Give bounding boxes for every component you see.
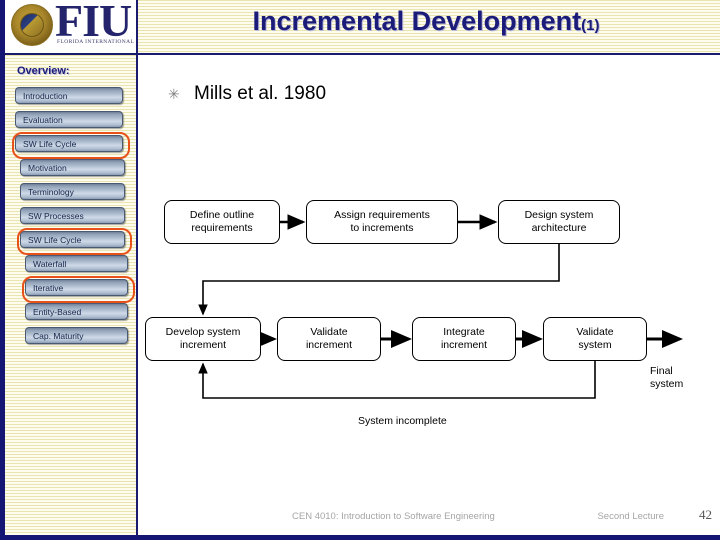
- diagram-box-design-system-architecture: Design system architecture: [498, 200, 620, 244]
- university-seal-icon: [11, 4, 53, 46]
- label-system-incomplete: System incomplete: [358, 415, 447, 427]
- footer-page-number: 42: [699, 507, 712, 522]
- label-final-system: Final system: [650, 365, 684, 390]
- page-title-text: Incremental Development: [252, 6, 582, 36]
- sidebar-item-wrapper: Iterative: [5, 276, 136, 303]
- sidebar-item-wrapper: SW Life Cycle: [5, 228, 136, 255]
- logo-subtitle: FLORIDA INTERNATIONAL UNIVERSITY: [57, 39, 136, 45]
- diagram-box-label: Define outline requirements: [189, 209, 255, 234]
- diagram-box-integrate-increment: Integrate increment: [412, 317, 516, 361]
- diagram-box-validate-increment: Validate increment: [277, 317, 381, 361]
- sidebar-item-wrapper: Introduction: [5, 84, 136, 108]
- sidebar-nav-list: Introduction Evaluation SW Life Cycle Motiv…: [5, 84, 136, 348]
- footer-course-label: CEN 4010: Introduction to Software Engin…: [292, 511, 495, 522]
- page-title: Incremental Development(1): [138, 6, 714, 37]
- sidebar-item-wrapper: Waterfall: [5, 252, 136, 276]
- slide: FIU FLORIDA INTERNATIONAL UNIVERSITY Inc…: [0, 0, 720, 540]
- slide-header: FIU FLORIDA INTERNATIONAL UNIVERSITY Inc…: [5, 0, 720, 55]
- sidebar-item-sw-life-cycle[interactable]: SW Life Cycle: [20, 231, 125, 248]
- footer-lecture-label: Second Lecture: [597, 511, 664, 522]
- sidebar-item-label: SW Life Cycle: [23, 138, 77, 149]
- sidebar-item-wrapper: SW Life Cycle: [5, 132, 136, 159]
- sidebar-item-introduction[interactable]: Introduction: [15, 87, 123, 104]
- title-band: Incremental Development(1): [138, 0, 720, 53]
- diagram-box-label: Design system architecture: [524, 209, 594, 234]
- sidebar-item-label: Waterfall: [33, 258, 67, 269]
- sidebar-item-evaluation[interactable]: Evaluation: [15, 111, 123, 128]
- sidebar-item-label: Motivation: [28, 162, 67, 173]
- diagram-box-label: Assign requirements to increments: [334, 209, 430, 234]
- sidebar-item-sw-processes[interactable]: SW Processes: [20, 207, 125, 224]
- diagram-connectors: [198, 214, 683, 399]
- diagram-box-validate-system: Validate system: [543, 317, 647, 361]
- diagram-box-label: Validate system: [576, 326, 614, 351]
- sidebar-item-wrapper: Cap. Maturity: [5, 324, 136, 348]
- sidebar-item-label: Terminology: [28, 186, 74, 197]
- sidebar-item-sw-life-cycle[interactable]: SW Life Cycle: [15, 135, 123, 152]
- slide-content: ✳ Mills et al. 1980 Define outline requi…: [140, 55, 720, 535]
- diagram-box-assign-requirements: Assign requirements to increments: [306, 200, 458, 244]
- sidebar-item-cap-maturity[interactable]: Cap. Maturity: [25, 327, 128, 344]
- diagram-box-develop-system-increment: Develop system increment: [145, 317, 261, 361]
- sidebar-item-iterative[interactable]: Iterative: [25, 279, 128, 296]
- arrow-design-to-develop: [198, 244, 560, 316]
- sidebar-item-terminology[interactable]: Terminology: [20, 183, 125, 200]
- sidebar: Overview: Introduction Evaluation SW Life …: [5, 55, 138, 535]
- sidebar-item-label: Entity-Based: [33, 306, 82, 317]
- diagram-box-label: Validate increment: [305, 326, 353, 351]
- sidebar-item-wrapper: Evaluation: [5, 108, 136, 132]
- sidebar-heading: Overview:: [17, 65, 70, 77]
- diagram-box-define-outline-requirements: Define outline requirements: [164, 200, 280, 244]
- diagram-box-label: Develop system increment: [165, 326, 241, 351]
- sidebar-item-label: Introduction: [23, 90, 68, 101]
- sidebar-item-wrapper: Motivation: [5, 156, 136, 180]
- slide-footer: CEN 4010: Introduction to Software Engin…: [275, 507, 720, 531]
- sidebar-item-wrapper: Entity-Based: [5, 300, 136, 324]
- sidebar-item-label: SW Processes: [28, 210, 84, 221]
- sidebar-item-label: Cap. Maturity: [33, 330, 84, 341]
- sidebar-item-waterfall[interactable]: Waterfall: [25, 255, 128, 272]
- sidebar-item-label: SW Life Cycle: [28, 234, 82, 245]
- arrow-feedback-system-incomplete: [198, 361, 596, 399]
- sidebar-item-motivation[interactable]: Motivation: [20, 159, 125, 176]
- page-title-suffix: (1): [581, 17, 600, 34]
- sidebar-item-wrapper: SW Processes: [5, 204, 136, 228]
- sidebar-item-entity-based[interactable]: Entity-Based: [25, 303, 128, 320]
- sidebar-item-label: Iterative: [33, 282, 64, 293]
- university-logo: FIU FLORIDA INTERNATIONAL UNIVERSITY: [5, 0, 138, 53]
- incremental-development-diagram: Define outline requirements Assign require…: [140, 55, 720, 475]
- sidebar-item-label: Evaluation: [23, 114, 63, 125]
- diagram-box-label: Integrate increment: [440, 326, 488, 351]
- sidebar-item-wrapper: Terminology: [5, 180, 136, 204]
